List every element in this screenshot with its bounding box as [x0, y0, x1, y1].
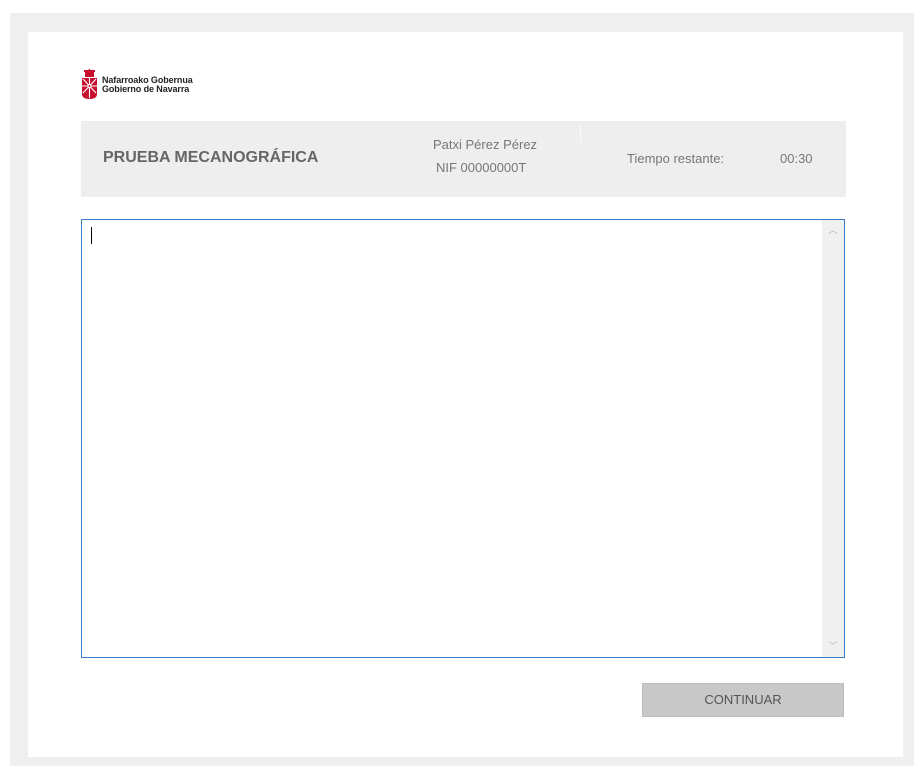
time-remaining-value: 00:30 — [780, 151, 813, 166]
candidate-name: Patxi Pérez Pérez — [433, 137, 538, 152]
typing-area: ︿ ﹀ — [81, 219, 845, 658]
navarra-shield-icon — [82, 69, 97, 99]
scroll-up-arrow-icon[interactable]: ︿ — [822, 222, 844, 239]
scroll-down-arrow-icon[interactable]: ﹀ — [822, 638, 844, 655]
logo-line-spanish: Gobierno de Navarra — [102, 83, 190, 94]
exam-panel: Nafarroako Gobernua Gobierno de Navarra … — [28, 32, 903, 757]
exam-header: PRUEBA MECANOGRÁFICA Patxi Pérez Pérez N… — [81, 121, 846, 197]
candidate-nif: NIF 00000000T — [436, 160, 527, 175]
time-remaining-label: Tiempo restante: — [627, 151, 725, 166]
header-divider — [580, 125, 581, 142]
gobierno-navarra-logo: Nafarroako Gobernua Gobierno de Navarra — [81, 69, 193, 100]
vertical-scrollbar[interactable]: ︿ ﹀ — [822, 220, 844, 657]
page-title: PRUEBA MECANOGRÁFICA — [103, 149, 319, 166]
continue-button[interactable]: CONTINUAR — [642, 683, 844, 717]
text-caret — [91, 227, 92, 244]
typing-input[interactable] — [82, 220, 820, 657]
logo-text: Nafarroako Gobernua Gobierno de Navarra — [102, 75, 193, 94]
